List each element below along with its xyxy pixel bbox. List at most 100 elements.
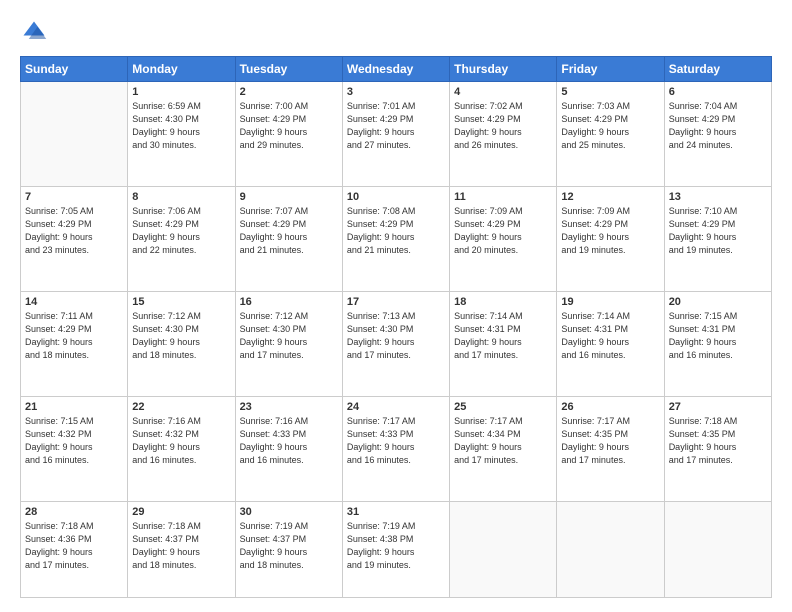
- daylight-label: Daylight: 9 hours: [347, 442, 415, 452]
- calendar-week-row: 1 Sunrise: 6:59 AMSunset: 4:30 PMDaylight…: [21, 82, 772, 187]
- daylight-label: Daylight: 9 hours: [25, 232, 93, 242]
- day-info: Sunrise: 7:15 AMSunset: 4:31 PMDaylight:…: [669, 310, 767, 362]
- day-number: 18: [454, 296, 552, 308]
- calendar-cell: 1 Sunrise: 6:59 AMSunset: 4:30 PMDaylight…: [128, 82, 235, 187]
- calendar-cell: 11Sunrise: 7:09 AMSunset: 4:29 PMDayligh…: [450, 186, 557, 291]
- calendar-cell: 16Sunrise: 7:12 AMSunset: 4:30 PMDayligh…: [235, 291, 342, 396]
- daylight-label: Daylight: 9 hours: [25, 547, 93, 557]
- daylight-label: Daylight: 9 hours: [132, 232, 200, 242]
- calendar-cell: 12Sunrise: 7:09 AMSunset: 4:29 PMDayligh…: [557, 186, 664, 291]
- day-info: Sunrise: 7:17 AMSunset: 4:34 PMDaylight:…: [454, 415, 552, 467]
- daylight-label: Daylight: 9 hours: [454, 127, 522, 137]
- day-info: Sunrise: 7:14 AMSunset: 4:31 PMDaylight:…: [454, 310, 552, 362]
- calendar-week-row: 14 Sunrise: 7:11 AMSunset: 4:29 PMDayligh…: [21, 291, 772, 396]
- day-number: 4: [454, 86, 552, 98]
- calendar-cell: 9Sunrise: 7:07 AMSunset: 4:29 PMDaylight…: [235, 186, 342, 291]
- day-number: 13: [669, 191, 767, 203]
- calendar-cell: 25Sunrise: 7:17 AMSunset: 4:34 PMDayligh…: [450, 396, 557, 501]
- calendar-cell: 29Sunrise: 7:18 AMSunset: 4:37 PMDayligh…: [128, 501, 235, 597]
- day-info: Sunrise: 6:59 AMSunset: 4:30 PMDaylight:…: [132, 100, 230, 152]
- daylight-label: Daylight: 9 hours: [25, 442, 93, 452]
- day-info: Sunrise: 7:11 AMSunset: 4:29 PMDaylight:…: [25, 310, 123, 362]
- daylight-label: Daylight: 9 hours: [669, 337, 737, 347]
- day-info: Sunrise: 7:09 AMSunset: 4:29 PMDaylight:…: [454, 205, 552, 257]
- calendar-cell: 22 Sunrise: 7:16 AMSunset: 4:32 PMDayligh…: [128, 396, 235, 501]
- calendar-cell: 21Sunrise: 7:15 AMSunset: 4:32 PMDayligh…: [21, 396, 128, 501]
- calendar-cell: [664, 501, 771, 597]
- day-number: 19: [561, 296, 659, 308]
- weekday-header: Thursday: [450, 57, 557, 82]
- day-number: 2: [240, 86, 338, 98]
- calendar-header-row: SundayMondayTuesdayWednesdayThursdayFrid…: [21, 57, 772, 82]
- day-number: 17: [347, 296, 445, 308]
- weekday-header: Friday: [557, 57, 664, 82]
- day-info: Sunrise: 7:02 AMSunset: 4:29 PMDaylight:…: [454, 100, 552, 152]
- weekday-header: Sunday: [21, 57, 128, 82]
- calendar-cell: 5Sunrise: 7:03 AMSunset: 4:29 PMDaylight…: [557, 82, 664, 187]
- calendar-cell: [557, 501, 664, 597]
- logo: [20, 18, 54, 46]
- day-info: Sunrise: 7:18 AMSunset: 4:36 PMDaylight:…: [25, 520, 123, 572]
- day-info: Sunrise: 7:07 AMSunset: 4:29 PMDaylight:…: [240, 205, 338, 257]
- day-number: 28: [25, 506, 123, 518]
- calendar-cell: [21, 82, 128, 187]
- calendar-cell: 28 Sunrise: 7:18 AMSunset: 4:36 PMDayligh…: [21, 501, 128, 597]
- daylight-label: Daylight: 9 hours: [561, 232, 629, 242]
- day-info: Sunrise: 7:05 AMSunset: 4:29 PMDaylight:…: [25, 205, 123, 257]
- daylight-label: Daylight: 9 hours: [347, 232, 415, 242]
- calendar-week-row: 28 Sunrise: 7:18 AMSunset: 4:36 PMDayligh…: [21, 501, 772, 597]
- calendar-cell: [450, 501, 557, 597]
- daylight-label: Daylight: 9 hours: [347, 337, 415, 347]
- day-info: Sunrise: 7:14 AMSunset: 4:31 PMDaylight:…: [561, 310, 659, 362]
- day-number: 27: [669, 401, 767, 413]
- daylight-label: Daylight: 9 hours: [132, 127, 200, 137]
- day-number: 20: [669, 296, 767, 308]
- calendar-cell: 24Sunrise: 7:17 AMSunset: 4:33 PMDayligh…: [342, 396, 449, 501]
- day-number: 22: [132, 401, 230, 413]
- daylight-label: Daylight: 9 hours: [240, 547, 308, 557]
- daylight-label: Daylight: 9 hours: [561, 442, 629, 452]
- calendar-week-row: 21Sunrise: 7:15 AMSunset: 4:32 PMDayligh…: [21, 396, 772, 501]
- daylight-label: Daylight: 9 hours: [454, 337, 522, 347]
- logo-icon: [20, 18, 48, 46]
- daylight-label: Daylight: 9 hours: [132, 547, 200, 557]
- daylight-label: Daylight: 9 hours: [561, 127, 629, 137]
- day-number: 24: [347, 401, 445, 413]
- calendar-cell: 18 Sunrise: 7:14 AMSunset: 4:31 PMDayligh…: [450, 291, 557, 396]
- daylight-label: Daylight: 9 hours: [132, 337, 200, 347]
- calendar-cell: 15Sunrise: 7:12 AMSunset: 4:30 PMDayligh…: [128, 291, 235, 396]
- day-info: Sunrise: 7:17 AMSunset: 4:35 PMDaylight:…: [561, 415, 659, 467]
- day-info: Sunrise: 7:12 AMSunset: 4:30 PMDaylight:…: [132, 310, 230, 362]
- day-number: 21: [25, 401, 123, 413]
- daylight-label: Daylight: 9 hours: [561, 337, 629, 347]
- calendar-cell: 17 Sunrise: 7:13 AMSunset: 4:30 PMDayligh…: [342, 291, 449, 396]
- day-number: 7: [25, 191, 123, 203]
- calendar-cell: 20 Sunrise: 7:15 AMSunset: 4:31 PMDayligh…: [664, 291, 771, 396]
- day-number: 3: [347, 86, 445, 98]
- daylight-label: Daylight: 9 hours: [240, 232, 308, 242]
- calendar-cell: 23Sunrise: 7:16 AMSunset: 4:33 PMDayligh…: [235, 396, 342, 501]
- daylight-label: Daylight: 9 hours: [669, 232, 737, 242]
- daylight-label: Daylight: 9 hours: [669, 127, 737, 137]
- day-number: 14: [25, 296, 123, 308]
- day-number: 1: [132, 86, 230, 98]
- calendar-cell: 31Sunrise: 7:19 AMSunset: 4:38 PMDayligh…: [342, 501, 449, 597]
- day-info: Sunrise: 7:08 AMSunset: 4:29 PMDaylight:…: [347, 205, 445, 257]
- day-info: Sunrise: 7:13 AMSunset: 4:30 PMDaylight:…: [347, 310, 445, 362]
- daylight-label: Daylight: 9 hours: [240, 337, 308, 347]
- day-number: 23: [240, 401, 338, 413]
- day-info: Sunrise: 7:18 AMSunset: 4:37 PMDaylight:…: [132, 520, 230, 572]
- day-info: Sunrise: 7:16 AMSunset: 4:32 PMDaylight:…: [132, 415, 230, 467]
- header: [20, 18, 772, 46]
- calendar-cell: 26Sunrise: 7:17 AMSunset: 4:35 PMDayligh…: [557, 396, 664, 501]
- weekday-header: Tuesday: [235, 57, 342, 82]
- day-info: Sunrise: 7:01 AMSunset: 4:29 PMDaylight:…: [347, 100, 445, 152]
- calendar-cell: 14 Sunrise: 7:11 AMSunset: 4:29 PMDayligh…: [21, 291, 128, 396]
- day-info: Sunrise: 7:03 AMSunset: 4:29 PMDaylight:…: [561, 100, 659, 152]
- calendar-cell: 10Sunrise: 7:08 AMSunset: 4:29 PMDayligh…: [342, 186, 449, 291]
- calendar-body: 1 Sunrise: 6:59 AMSunset: 4:30 PMDaylight…: [21, 82, 772, 598]
- day-number: 6: [669, 86, 767, 98]
- page: SundayMondayTuesdayWednesdayThursdayFrid…: [0, 0, 792, 612]
- daylight-label: Daylight: 9 hours: [25, 337, 93, 347]
- daylight-label: Daylight: 9 hours: [454, 442, 522, 452]
